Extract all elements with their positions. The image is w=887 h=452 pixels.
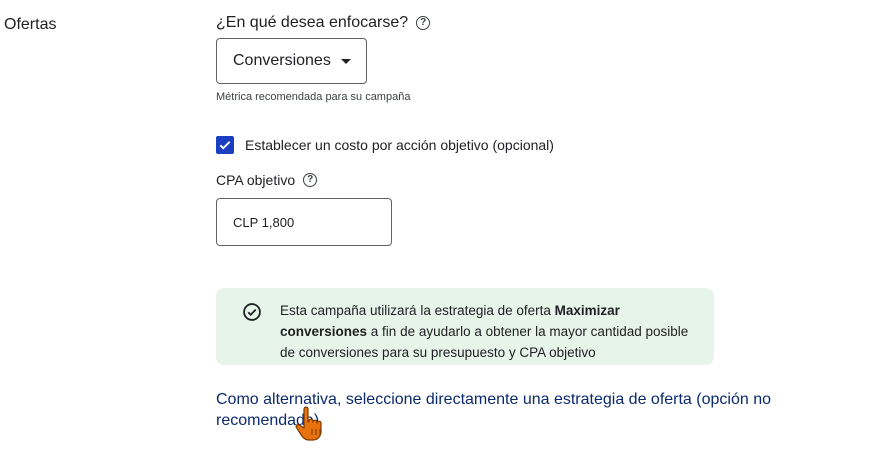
focus-metric-dropdown[interactable]: Conversiones — [216, 38, 367, 84]
cpa-checkbox-row[interactable]: Establecer un costo por acción objetivo … — [216, 136, 554, 154]
focus-metric-value: Conversiones — [233, 52, 331, 69]
focus-question: ¿En qué desea enfocarse? ? — [216, 14, 431, 32]
cpa-checkbox[interactable] — [216, 136, 234, 154]
help-icon[interactable]: ? — [303, 173, 318, 187]
cpa-checkbox-label: Establecer un costo por acción objetivo … — [245, 137, 554, 153]
strategy-notice: Esta campaña utilizará la estrategia de … — [216, 288, 714, 365]
focus-helper-text: Métrica recomendada para su campaña — [216, 91, 411, 103]
chevron-down-icon — [340, 58, 351, 64]
cpa-label-text: CPA objetivo — [216, 172, 296, 188]
check-icon — [219, 141, 231, 150]
section-label-ofertas: Ofertas — [4, 16, 57, 33]
cpa-label: CPA objetivo ? — [216, 172, 318, 188]
hand-pointer-icon — [295, 406, 322, 441]
help-icon[interactable]: ? — [416, 16, 431, 30]
focus-question-text: ¿En qué desea enfocarse? — [216, 14, 409, 31]
cpa-input[interactable]: CLP 1,800 — [216, 198, 392, 246]
cpa-input-value: CLP 1,800 — [233, 214, 295, 230]
notice-text-before: Esta campaña utilizará la estrategia de … — [280, 303, 555, 318]
check-circle-icon — [243, 303, 261, 321]
